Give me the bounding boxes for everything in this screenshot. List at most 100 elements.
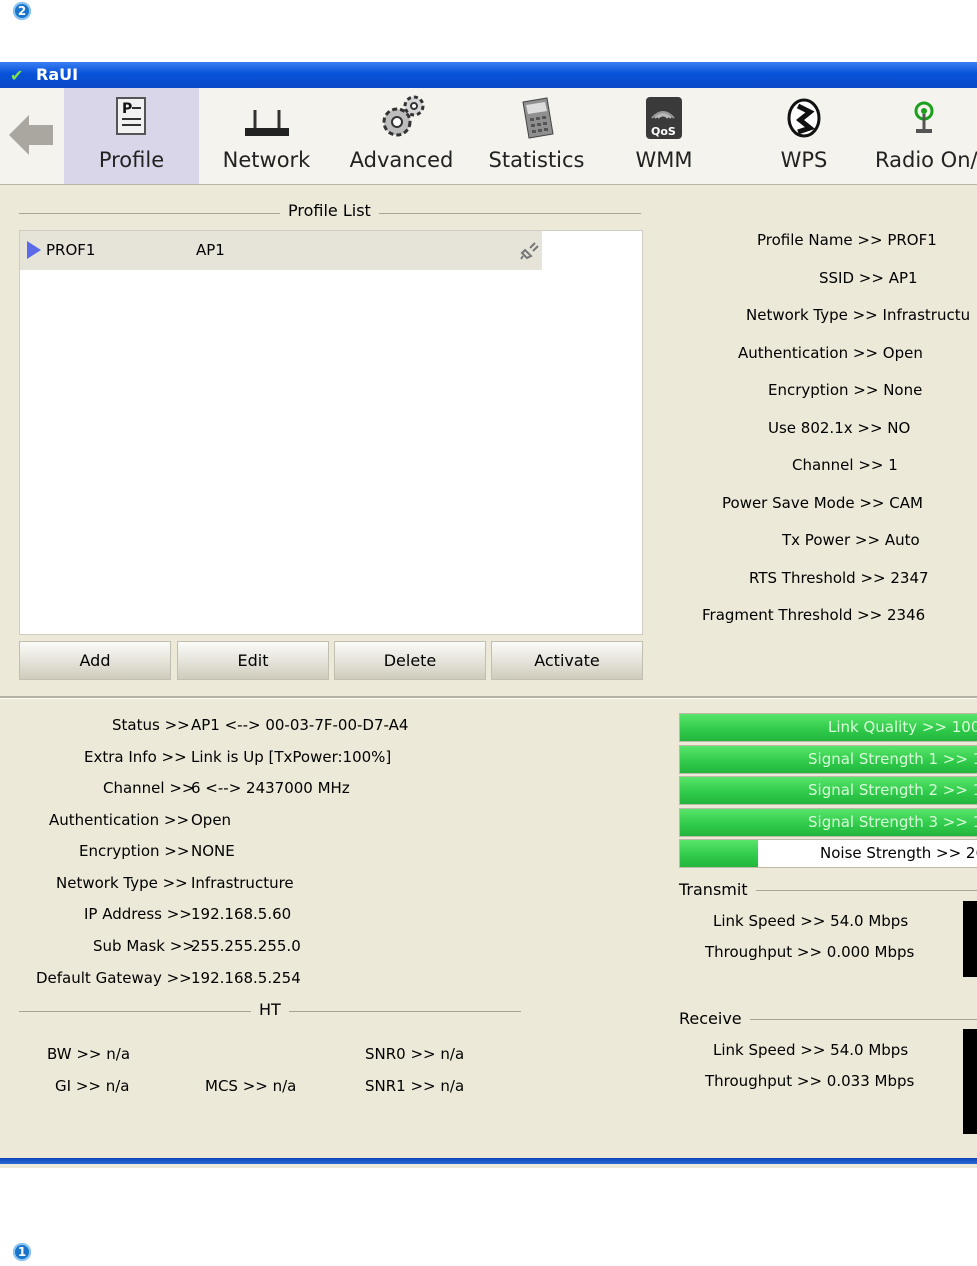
profile-list-title: Profile List: [280, 201, 379, 220]
toolbar-wmm[interactable]: QoS WMM: [604, 88, 724, 184]
toolbar-profile[interactable]: P Profile: [64, 88, 199, 184]
raui-window: ✔ RaUI P Profile Network Advanced Statis…: [0, 62, 977, 1168]
default-gateway-value: 192.168.5.254: [191, 969, 301, 987]
status-value: AP1 <--> 00-03-7F-00-D7-A4: [191, 716, 409, 734]
ht-gi: GI >> n/a: [55, 1077, 130, 1095]
detail-ssid: SSID >> AP1: [819, 269, 918, 287]
gears-icon: [382, 95, 424, 137]
step-1-badge: 1: [13, 1243, 31, 1261]
detail-profile-name: Profile Name >> PROF1: [757, 231, 937, 249]
noise-strength-bar: Noise Strength >> 26: [679, 839, 977, 868]
router-icon: [244, 110, 289, 136]
detail-use-8021x: Use 802.1x >> NO: [768, 419, 911, 437]
toolbar-wps-label: WPS: [780, 148, 828, 172]
ht-mcs: MCS >> n/a: [205, 1077, 297, 1095]
receive-link-speed: Link Speed >> 54.0 Mbps: [713, 1041, 909, 1059]
link-quality-text: Link Quality >> 100%: [828, 718, 977, 736]
toolbar: P Profile Network Advanced Statistics Qo…: [0, 88, 977, 185]
extra-info-label: Extra Info >>: [84, 748, 187, 766]
signal-strength-1-text: Signal Strength 1 >> 10: [808, 750, 977, 768]
link-quality-bar: Link Quality >> 100%: [679, 713, 977, 742]
signal-strength-2-text: Signal Strength 2 >> 10: [808, 781, 977, 799]
channel-label: Channel >>: [103, 779, 195, 797]
profile-icon: P: [115, 97, 146, 135]
network-type-label: Network Type >>: [56, 874, 188, 892]
add-button[interactable]: Add: [19, 641, 171, 680]
ht-snr0: SNR0 >> n/a: [365, 1045, 465, 1063]
profile-panel: Profile List PROF1 AP1 Add Edit Delete A…: [0, 185, 977, 697]
channel-value: 6 <--> 2437000 MHz: [191, 779, 350, 797]
detail-channel: Channel >> 1: [792, 456, 898, 474]
profile-details: Profile Name >> PROF1 SSID >> AP1 Networ…: [660, 185, 977, 685]
transmit-throughput: Throughput >> 0.000 Mbps: [705, 943, 915, 961]
extra-info-value: Link is Up [TxPower:100%]: [191, 748, 392, 766]
toolbar-radio-toggle[interactable]: Radio On/: [864, 88, 977, 184]
app-icon: ✔: [10, 66, 24, 85]
ip-address-value: 192.168.5.60: [191, 905, 292, 923]
detail-rts-threshold: RTS Threshold >> 2347: [749, 569, 929, 587]
calculator-icon: [521, 97, 554, 139]
status-label: Status >>: [112, 716, 190, 734]
profile-row-ssid: AP1: [196, 241, 225, 259]
signal-strength-3-bar: Signal Strength 3 >> 10: [679, 808, 977, 837]
network-type-value: Infrastructure: [191, 874, 294, 892]
authentication-label: Authentication >>: [49, 811, 190, 829]
delete-button[interactable]: Delete: [334, 641, 486, 680]
antenna-icon: [914, 101, 934, 133]
toolbar-statistics-label: Statistics: [488, 148, 585, 172]
ht-snr1: SNR1 >> n/a: [365, 1077, 465, 1095]
profile-list[interactable]: PROF1 AP1: [19, 230, 643, 635]
connected-plug-icon: [520, 242, 539, 260]
transmit-title: Transmit: [671, 880, 756, 899]
transmit-link-speed: Link Speed >> 54.0 Mbps: [713, 912, 909, 930]
title-bar: ✔ RaUI: [0, 62, 977, 88]
receive-title: Receive: [671, 1009, 750, 1028]
signal-strength-2-bar: Signal Strength 2 >> 10: [679, 776, 977, 805]
toolbar-network[interactable]: Network: [199, 88, 334, 184]
window-bottom-border: [0, 1158, 977, 1164]
wps-icon: [787, 98, 821, 138]
qos-icon: QoS: [646, 97, 682, 139]
svg-text:QoS: QoS: [651, 125, 676, 138]
toolbar-wps[interactable]: WPS: [744, 88, 864, 184]
noise-strength-text: Noise Strength >> 26: [820, 844, 977, 862]
detail-tx-power: Tx Power >> Auto: [782, 531, 920, 549]
window-title: RaUI: [36, 65, 79, 84]
toolbar-advanced-label: Advanced: [349, 148, 454, 172]
toolbar-advanced[interactable]: Advanced: [334, 88, 469, 184]
selected-arrow-icon: [27, 241, 41, 259]
transmit-graph: [963, 901, 977, 977]
ip-address-label: IP Address >>: [84, 905, 192, 923]
step-2-badge: 2: [13, 2, 31, 20]
toolbar-wmm-label: WMM: [635, 148, 693, 172]
detail-network-type: Network Type >> Infrastructu: [746, 306, 971, 324]
profile-row[interactable]: PROF1 AP1: [20, 231, 542, 270]
sub-mask-label: Sub Mask >>: [93, 937, 195, 955]
detail-authentication: Authentication >> Open: [738, 344, 923, 362]
back-button[interactable]: [0, 88, 62, 184]
detail-encryption: Encryption >> None: [768, 381, 923, 399]
receive-throughput: Throughput >> 0.033 Mbps: [705, 1072, 915, 1090]
encryption-value: NONE: [191, 842, 235, 860]
toolbar-profile-label: Profile: [98, 148, 165, 172]
edit-button[interactable]: Edit: [177, 641, 329, 680]
activate-button[interactable]: Activate: [491, 641, 643, 680]
bar-fill: [680, 840, 758, 867]
receive-graph: [963, 1029, 977, 1134]
encryption-label: Encryption >>: [79, 842, 190, 860]
detail-power-save: Power Save Mode >> CAM: [722, 494, 923, 512]
detail-fragment-threshold: Fragment Threshold >> 2346: [702, 606, 926, 624]
signal-strength-3-text: Signal Strength 3 >> 10: [808, 813, 977, 831]
back-arrow-icon: [9, 115, 53, 155]
panel-divider: [0, 696, 977, 699]
svg-text:P: P: [122, 101, 132, 117]
authentication-value: Open: [191, 811, 232, 829]
sub-mask-value: 255.255.255.0: [191, 937, 301, 955]
profile-row-name: PROF1: [46, 241, 96, 259]
ht-bw: BW >> n/a: [47, 1045, 131, 1063]
signal-strength-1-bar: Signal Strength 1 >> 10: [679, 745, 977, 774]
toolbar-statistics[interactable]: Statistics: [469, 88, 604, 184]
default-gateway-label: Default Gateway >>: [36, 969, 192, 987]
toolbar-radio-label: Radio On/: [875, 148, 977, 172]
toolbar-network-label: Network: [222, 148, 311, 172]
